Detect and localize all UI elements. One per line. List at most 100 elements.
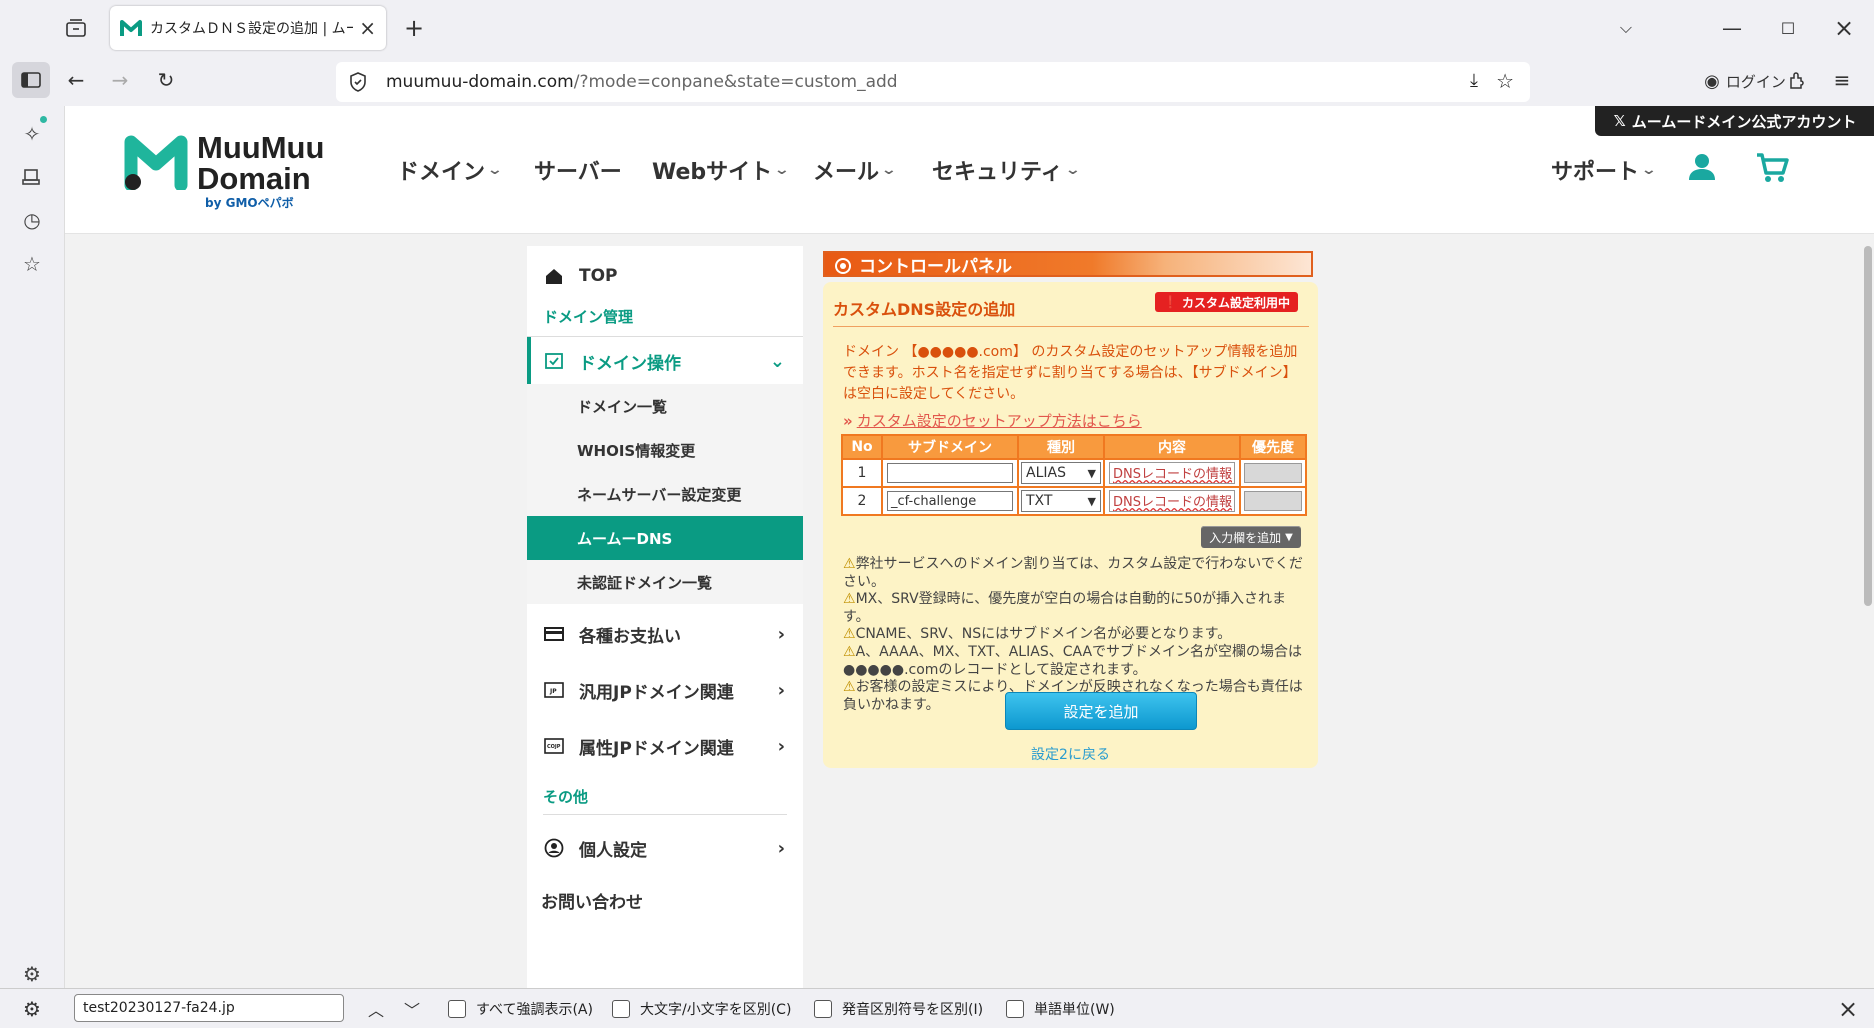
extensions-icon[interactable]: [1784, 66, 1812, 94]
nav-jp-attribute[interactable]: COJP 属性JPドメイン関連 ›: [527, 726, 803, 766]
nav-mail[interactable]: メール ⌄: [813, 154, 897, 186]
official-account-banner[interactable]: 𝕏 ムームードメイン公式アカウント: [1595, 106, 1874, 136]
account-icon: ◉: [1704, 70, 1720, 92]
match-diacritics-checkbox[interactable]: 発音区別符号を区別(I): [814, 999, 983, 1019]
nav-nameserver-change[interactable]: ネームサーバー設定変更: [527, 472, 803, 516]
nav-personal-settings-label: 個人設定: [579, 840, 647, 861]
subdomain-input[interactable]: [887, 463, 1013, 483]
tab-title: カスタムＤＮＳ設定の追加 | ムーム: [150, 21, 354, 37]
close-find-bar-icon[interactable]: ×: [1834, 995, 1862, 1023]
scrollbar-thumb[interactable]: [1864, 246, 1872, 606]
sidebar-toggle-icon[interactable]: [12, 62, 50, 98]
nav-whois-change[interactable]: WHOIS情報変更: [527, 428, 803, 472]
priority-input[interactable]: [1244, 491, 1302, 511]
find-next-icon[interactable]: ﹀: [398, 995, 426, 1023]
note-item: ⚠CNAME、SRV、NSにはサブドメイン名が必要となります。: [843, 626, 1311, 644]
new-tab-icon[interactable]: +: [400, 14, 428, 42]
history-icon[interactable]: ◷: [18, 206, 46, 234]
nav-unverified-domains[interactable]: 未認証ドメイン一覧: [527, 560, 803, 604]
back-icon[interactable]: ←: [62, 66, 90, 94]
menu-icon[interactable]: ≡: [1828, 66, 1856, 94]
close-tab-icon[interactable]: ×: [359, 16, 376, 40]
chevron-down-icon: ⌄: [1064, 162, 1081, 178]
nav-payments-label: 各種お支払い: [579, 626, 681, 647]
nav-support-label: サポート: [1551, 160, 1640, 185]
logo-sub: by GMOペパボ: [205, 196, 294, 210]
muumuu-logo-icon[interactable]: [123, 130, 193, 190]
chevron-down-icon: ⌄: [486, 162, 504, 178]
warning-icon: ⚠: [843, 643, 856, 660]
url-bar[interactable]: muumuu-domain.com/?mode=conpane&state=cu…: [336, 62, 1530, 102]
match-case-checkbox[interactable]: 大文字/小文字を区別(C): [612, 999, 791, 1019]
nav-domain-list-label: ドメイン一覧: [577, 397, 668, 416]
logo-line2: Domain: [197, 161, 311, 196]
nav-unverified-domains-label: 未認証ドメイン一覧: [577, 573, 713, 592]
reload-icon[interactable]: ↻: [152, 66, 180, 94]
custom-setting-badge: ❗ カスタム設定利用中: [1155, 292, 1298, 312]
checkbox-box: [612, 1000, 630, 1018]
ai-sparkle-icon[interactable]: ✧: [18, 120, 46, 148]
setup-howto-link[interactable]: » カスタム設定のセットアップ方法はこちら: [843, 410, 1142, 431]
nav-muumuu-dns[interactable]: ムームーDNS: [527, 516, 803, 560]
settings-gear-icon[interactable]: ⚙: [18, 960, 46, 988]
tab-list-chevron-icon[interactable]: ⌵: [1612, 14, 1640, 42]
logo-wordmark[interactable]: MuuMuu Domain: [197, 132, 324, 194]
whole-words-checkbox[interactable]: 単語単位(W): [1006, 999, 1115, 1019]
type-value: TXT: [1026, 493, 1053, 509]
content-textarea[interactable]: DNSレコードの情報: [1109, 462, 1235, 484]
nav-server[interactable]: サーバー: [534, 154, 622, 186]
setup-howto-label: カスタム設定のセットアップ方法はこちら: [856, 412, 1142, 430]
tab-overview-icon[interactable]: [64, 16, 88, 40]
back-to-settings-link[interactable]: 設定2に戻る: [823, 744, 1318, 764]
close-window-icon[interactable]: ×: [1830, 14, 1858, 42]
divider: [543, 814, 787, 815]
site-header: MuuMuu Domain by GMOペパボ ドメイン ⌄ サーバー Webサイ…: [65, 106, 1874, 234]
nav-contact-label: お問い合わせ: [541, 892, 643, 913]
minimize-icon[interactable]: —: [1718, 14, 1746, 42]
nav-website[interactable]: Webサイト ⌄: [652, 154, 790, 186]
bookmark-star-icon[interactable]: ☆: [1496, 69, 1514, 93]
checkbox-box: [448, 1000, 466, 1018]
add-setting-button[interactable]: 設定を追加: [1005, 692, 1197, 730]
nav-jp-general[interactable]: JP 汎用JPドメイン関連 ›: [527, 670, 803, 710]
checkbox-box: [1006, 1000, 1024, 1018]
divider: [833, 326, 1309, 327]
find-previous-icon[interactable]: ︿: [362, 995, 390, 1023]
warning-icon: ⚠: [843, 556, 856, 572]
find-input[interactable]: test20230127-fa24.jp: [74, 994, 344, 1022]
active-tab[interactable]: カスタムＤＮＳ設定の追加 | ムーム ×: [110, 6, 386, 50]
forward-icon[interactable]: →: [106, 66, 134, 94]
bookmarks-icon[interactable]: ☆: [18, 250, 46, 278]
nav-contact[interactable]: お問い合わせ: [527, 880, 803, 920]
site-info-shield-icon[interactable]: [348, 71, 368, 98]
user-icon[interactable]: [1687, 152, 1717, 182]
nav-domain-operations[interactable]: ドメイン操作 ⌄: [527, 337, 803, 385]
nav-personal-settings[interactable]: 個人設定 ›: [527, 828, 803, 868]
find-settings-gear-icon[interactable]: ⚙: [18, 995, 46, 1023]
content-textarea[interactable]: DNSレコードの情報: [1109, 490, 1235, 512]
chevron-down-icon: ▼: [1087, 494, 1096, 508]
nav-domain[interactable]: ドメイン ⌄: [397, 154, 504, 186]
maximize-icon[interactable]: ☐: [1774, 14, 1802, 42]
note-item: ⚠A、AAAA、MX、TXT、ALIAS、CAAでサブドメイン名が空欄の場合は●…: [843, 644, 1311, 679]
nav-security-label: セキュリティ: [932, 160, 1063, 185]
nav-security[interactable]: セキュリティ ⌄: [932, 154, 1081, 186]
nav-domain-list[interactable]: ドメイン一覧: [527, 384, 803, 428]
double-chevron-icon: »: [843, 412, 853, 430]
type-select[interactable]: ALIAS ▼: [1021, 462, 1101, 484]
control-panel-title: コントロールパネル: [859, 256, 1012, 277]
subdomain-input[interactable]: _cf-challenge: [887, 491, 1013, 511]
whole-words-label: 単語単位(W): [1034, 1002, 1115, 1018]
nav-payments[interactable]: 各種お支払い ›: [527, 614, 803, 654]
priority-input[interactable]: [1244, 463, 1302, 483]
url-path: /?mode=conpane&state=custom_add: [573, 72, 898, 92]
add-row-button[interactable]: 入力欄を追加 ▼: [1201, 526, 1301, 548]
synced-tabs-icon[interactable]: [18, 164, 46, 192]
save-page-icon[interactable]: ⤓: [1470, 70, 1478, 91]
cart-icon[interactable]: [1755, 152, 1789, 184]
type-select[interactable]: TXT ▼: [1021, 490, 1101, 512]
alert-icon: ❗: [1163, 295, 1178, 309]
nav-top[interactable]: TOP: [527, 254, 803, 298]
nav-support[interactable]: サポート ⌄: [1551, 154, 1657, 186]
highlight-all-checkbox[interactable]: すべて強調表示(A): [448, 999, 593, 1019]
